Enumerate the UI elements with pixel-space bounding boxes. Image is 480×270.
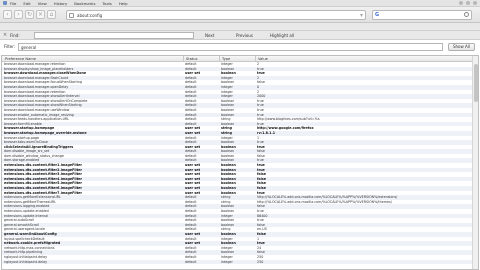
menu-bookmarks[interactable]: Bookmarks — [74, 1, 95, 6]
pref-value-cell: 250 — [257, 259, 264, 264]
about-config-page: Filter: general Show All Preference Name… — [0, 40, 480, 270]
forward-arrow-icon: › — [17, 11, 20, 18]
menu-help[interactable]: Help — [119, 1, 128, 6]
vertical-scrollbar[interactable] — [472, 56, 478, 269]
highlight-all-checkbox[interactable]: Highlight all — [270, 33, 294, 38]
pref-type-cell: integer — [221, 259, 233, 264]
menu-items: File Edit View History Bookmarks Tools H… — [10, 1, 127, 6]
column-header-name[interactable]: Preference Name — [5, 57, 36, 61]
scrollbar-thumb[interactable] — [474, 64, 478, 102]
filter-label: Filter: — [4, 44, 16, 49]
pref-name-cell: nglayout.initialpaint.delay — [4, 259, 48, 264]
dropdown-icon[interactable]: ▾ — [360, 12, 363, 19]
find-input[interactable] — [34, 32, 194, 39]
table-row[interactable]: nglayout.initialpaint.delay default intege… — [2, 259, 472, 265]
menu-view[interactable]: View — [38, 1, 47, 6]
menu-file[interactable]: File — [10, 1, 16, 6]
search-icon[interactable] — [464, 12, 469, 17]
search-bar[interactable]: G — [372, 10, 472, 20]
search-engine-icon[interactable]: G — [375, 12, 379, 18]
filter-value: general — [21, 45, 37, 50]
maximize-icon[interactable] — [466, 1, 470, 5]
close-find-icon[interactable]: × — [3, 32, 7, 38]
menu-bar: File Edit View History Bookmarks Tools H… — [0, 0, 480, 7]
column-header-type[interactable]: Type — [222, 57, 230, 61]
minimize-icon[interactable] — [459, 1, 463, 5]
find-next-button[interactable]: Next — [205, 33, 214, 38]
forward-button[interactable]: › — [14, 10, 23, 19]
close-icon[interactable] — [473, 1, 477, 5]
url-bar[interactable]: about:config ▾ — [66, 10, 366, 20]
menu-tools[interactable]: Tools — [102, 1, 111, 6]
url-text[interactable]: about:config — [77, 13, 102, 18]
table-body: browser.download.manager.retention defaul… — [2, 62, 472, 265]
menu-edit[interactable]: Edit — [23, 1, 30, 6]
bookmarks-toolbar — [0, 23, 480, 31]
home-icon: ⌂ — [49, 11, 54, 18]
filter-input[interactable]: general — [18, 43, 443, 51]
back-button[interactable]: ‹ — [3, 10, 12, 19]
show-all-button[interactable]: Show All — [448, 43, 475, 51]
pref-status-cell: default — [185, 259, 197, 264]
home-button[interactable]: ⌂ — [47, 10, 56, 19]
firefox-icon — [3, 1, 7, 5]
preferences-table: Preference Name Status Type Value browse… — [1, 55, 479, 270]
reload-button[interactable]: ↻ — [25, 10, 34, 19]
navigation-toolbar: ‹ › ↻ × ⌂ about:config ▾ G — [0, 7, 480, 23]
stop-icon: × — [37, 11, 44, 18]
column-header-value[interactable]: Value — [258, 57, 268, 61]
filter-row: Filter: general Show All — [0, 42, 480, 51]
stop-button[interactable]: × — [36, 10, 45, 19]
find-bar: × Find: Next Previous Highlight all — [0, 31, 480, 40]
column-header-status[interactable]: Status — [186, 57, 197, 61]
menu-history[interactable]: History — [54, 1, 68, 6]
reload-icon: ↻ — [26, 11, 33, 18]
page-icon — [69, 13, 74, 18]
find-previous-button[interactable]: Previous — [236, 33, 253, 38]
back-arrow-icon: ‹ — [6, 11, 9, 18]
window-controls — [459, 1, 477, 5]
find-label: Find: — [10, 33, 20, 38]
